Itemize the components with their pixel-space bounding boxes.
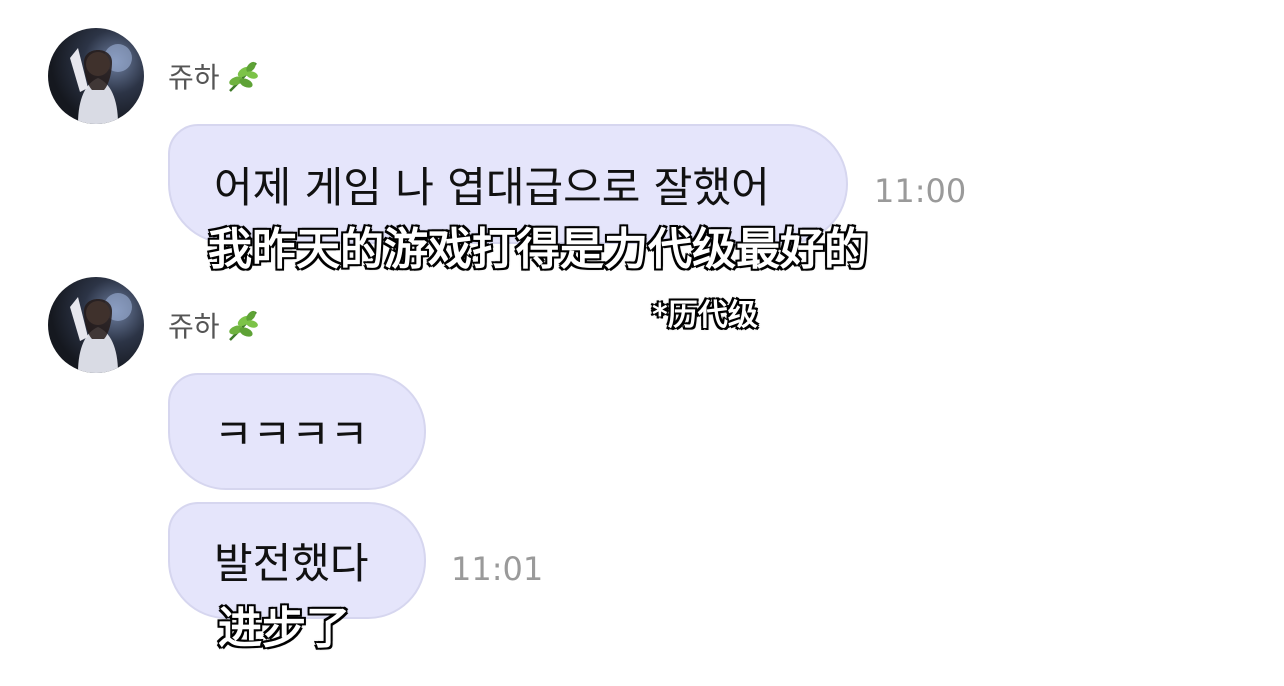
- message-timestamp: 11:01: [451, 550, 544, 588]
- profile-photo-icon: [70, 293, 132, 373]
- subtitle-translation: 我昨天的游戏打得是力代级最好的: [207, 223, 869, 276]
- message-text: 발전했다: [214, 539, 369, 588]
- message-timestamp: 11:00: [874, 172, 967, 210]
- subtitle-note: *历代级: [651, 297, 759, 334]
- herb-leaf-emoji-icon: [228, 61, 258, 92]
- profile-photo-icon: [70, 44, 132, 124]
- sender-name-text: 쥬하: [168, 61, 220, 94]
- sender-name-text: 쥬하: [168, 310, 220, 343]
- message-text: 어제 게임 나 엽대급으로 잘했어: [214, 162, 770, 212]
- sender-name: 쥬하: [168, 56, 262, 96]
- herb-leaf-emoji-icon: [228, 310, 258, 341]
- subtitle-translation: 进步了: [217, 602, 351, 655]
- avatar[interactable]: [48, 28, 144, 124]
- message-text: ㅋㅋㅋㅋ: [214, 410, 369, 459]
- sender-name: 쥬하: [168, 305, 262, 345]
- message-bubble[interactable]: ㅋㅋㅋㅋ: [168, 373, 426, 490]
- avatar[interactable]: [48, 277, 144, 373]
